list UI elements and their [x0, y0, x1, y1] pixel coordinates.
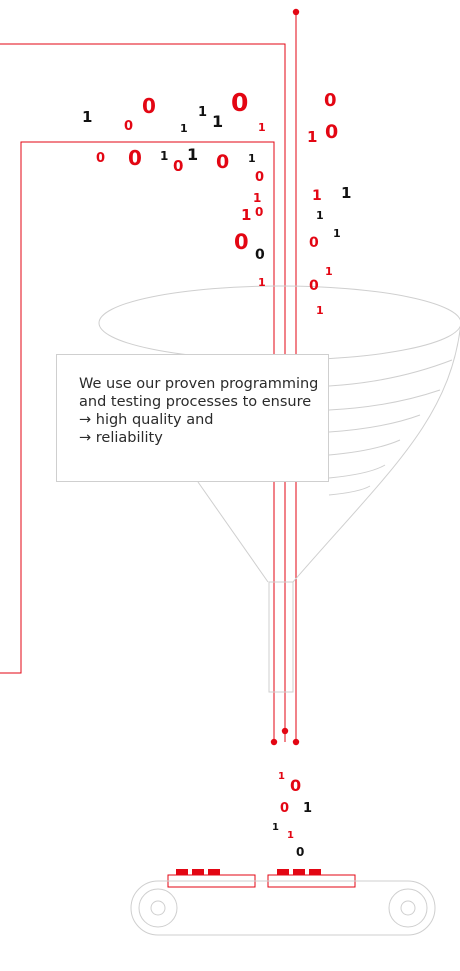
- binary-digit-one: 1: [333, 227, 341, 240]
- binary-digit-one: 1: [253, 191, 261, 205]
- funnel-rim: [98, 285, 460, 361]
- funnel-left-body: [197, 481, 269, 583]
- binary-digit-one: 1: [316, 304, 324, 317]
- binary-digit-zero: 0: [324, 90, 337, 111]
- funnel-spout: [268, 581, 294, 693]
- data-funnel-illustration: 10011 10101 00 0 101 0 101 1 11 0 101001 0111 00 1110: [0, 8, 460, 936]
- callout-bullet-reliability: → reliability: [79, 430, 163, 446]
- pipe-end-dot-left: [270, 738, 278, 746]
- binary-digit-zero: 0: [296, 845, 304, 859]
- binary-digit-zero: 0: [255, 205, 263, 219]
- info-callout: We use our proven programming and testin…: [56, 354, 329, 482]
- binary-digit-one: 1: [258, 276, 266, 289]
- binary-digit-one: 1: [272, 822, 279, 833]
- binary-digit-zero: 0: [309, 235, 319, 251]
- conveyor-wheel-left: [138, 888, 178, 928]
- binary-digit-one: 1: [198, 105, 207, 120]
- conveyor-wheel-right: [388, 888, 428, 928]
- binary-digit-one: 1: [278, 771, 285, 782]
- binary-digit-zero: 0: [255, 247, 265, 263]
- binary-digit-one: 1: [187, 145, 198, 164]
- binary-digit-zero: 0: [231, 88, 248, 117]
- binary-digit-zero: 0: [128, 146, 142, 170]
- binary-digit-one: 1: [312, 188, 322, 204]
- callout-intro-line-2: and testing processes to ensure: [79, 394, 312, 410]
- binary-digit-zero: 0: [255, 170, 264, 185]
- binary-digit-zero: 0: [309, 278, 319, 294]
- funnel: [98, 285, 460, 693]
- binary-digit-one: 1: [341, 184, 351, 202]
- binary-digit-zero: 0: [325, 121, 338, 143]
- top-pipe-dot: [292, 8, 300, 16]
- binary-digit-zero: 0: [124, 119, 133, 134]
- binary-digit-one: 1: [82, 108, 92, 126]
- binary-digit-zero: 0: [142, 94, 156, 118]
- binary-digit-zero: 0: [234, 230, 249, 254]
- binary-digit-one: 1: [325, 265, 333, 278]
- binary-digit-zero: 0: [173, 157, 183, 175]
- binary-digit-one: 1: [248, 152, 256, 165]
- binary-digit-one: 1: [212, 112, 223, 131]
- callout-bullet-quality: → high quality and: [79, 412, 214, 428]
- binary-digit-zero: 0: [290, 776, 301, 795]
- binary-digit-one: 1: [287, 830, 294, 841]
- binary-digit-one: 1: [307, 128, 317, 146]
- binary-digit-one: 1: [180, 122, 188, 135]
- pipe-end-dot-middle: [281, 727, 289, 735]
- binary-digit-one: 1: [160, 149, 168, 163]
- binary-digit-one: 1: [241, 206, 251, 224]
- conveyor: [130, 869, 436, 936]
- binary-digit-zero: 0: [96, 151, 105, 166]
- callout-intro-line-1: We use our proven programming: [79, 376, 319, 392]
- pipe-end-dot-right: [292, 738, 300, 746]
- binary-digit-zero: 0: [280, 801, 289, 816]
- binary-digit-one: 1: [316, 209, 324, 222]
- binary-digit-zero: 0: [216, 151, 229, 173]
- binary-digit-one: 1: [303, 801, 312, 816]
- binary-digit-one: 1: [258, 121, 266, 134]
